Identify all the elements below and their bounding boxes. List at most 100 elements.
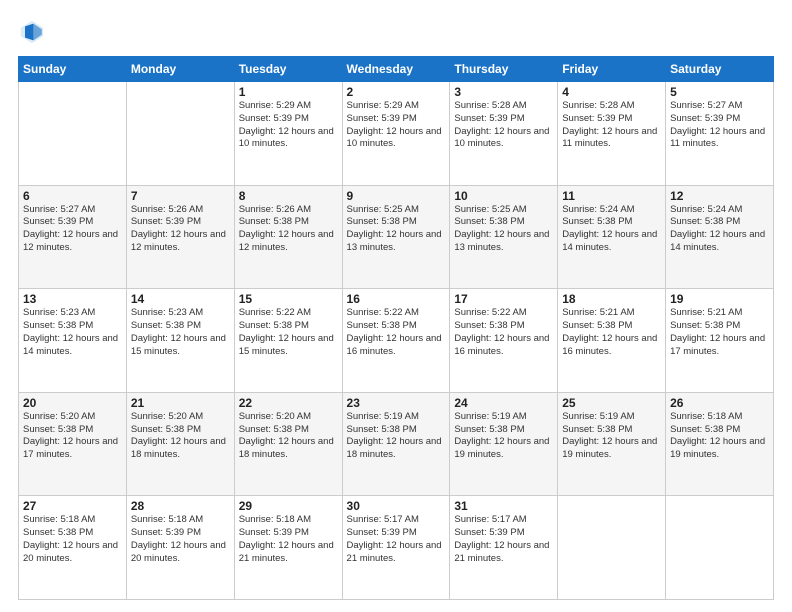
calendar-cell-r1-c1: 7Sunrise: 5:26 AM Sunset: 5:39 PM Daylig…	[126, 185, 234, 289]
day-number: 1	[239, 85, 338, 99]
day-number: 17	[454, 292, 553, 306]
day-info: Sunrise: 5:19 AM Sunset: 5:38 PM Dayligh…	[454, 411, 553, 462]
weekday-header-row: SundayMondayTuesdayWednesdayThursdayFrid…	[19, 57, 774, 82]
day-number: 13	[23, 292, 122, 306]
day-number: 10	[454, 189, 553, 203]
calendar-cell-r4-c5	[558, 496, 666, 600]
calendar-cell-r3-c6: 26Sunrise: 5:18 AM Sunset: 5:38 PM Dayli…	[666, 392, 774, 496]
day-number: 19	[670, 292, 769, 306]
day-info: Sunrise: 5:21 AM Sunset: 5:38 PM Dayligh…	[670, 307, 769, 358]
day-number: 24	[454, 396, 553, 410]
day-info: Sunrise: 5:20 AM Sunset: 5:38 PM Dayligh…	[131, 411, 230, 462]
day-info: Sunrise: 5:22 AM Sunset: 5:38 PM Dayligh…	[239, 307, 338, 358]
day-number: 18	[562, 292, 661, 306]
calendar-cell-r2-c0: 13Sunrise: 5:23 AM Sunset: 5:38 PM Dayli…	[19, 289, 127, 393]
calendar-cell-r0-c5: 4Sunrise: 5:28 AM Sunset: 5:39 PM Daylig…	[558, 82, 666, 186]
day-info: Sunrise: 5:27 AM Sunset: 5:39 PM Dayligh…	[670, 100, 769, 151]
day-info: Sunrise: 5:25 AM Sunset: 5:38 PM Dayligh…	[454, 204, 553, 255]
calendar-cell-r4-c4: 31Sunrise: 5:17 AM Sunset: 5:39 PM Dayli…	[450, 496, 558, 600]
day-info: Sunrise: 5:28 AM Sunset: 5:39 PM Dayligh…	[454, 100, 553, 151]
day-info: Sunrise: 5:23 AM Sunset: 5:38 PM Dayligh…	[131, 307, 230, 358]
calendar-cell-r1-c3: 9Sunrise: 5:25 AM Sunset: 5:38 PM Daylig…	[342, 185, 450, 289]
calendar-row-0: 1 Sunrise: 5:29 AM Sunset: 5:39 PM Daylig…	[19, 82, 774, 186]
calendar-row-2: 13Sunrise: 5:23 AM Sunset: 5:38 PM Dayli…	[19, 289, 774, 393]
calendar-cell-r4-c2: 29Sunrise: 5:18 AM Sunset: 5:39 PM Dayli…	[234, 496, 342, 600]
day-number: 29	[239, 499, 338, 513]
day-info: Sunrise: 5:17 AM Sunset: 5:39 PM Dayligh…	[454, 514, 553, 565]
calendar-cell-r0-c2: 1Sunrise: 5:29 AM Sunset: 5:39 PM Daylig…	[234, 82, 342, 186]
calendar-cell-r1-c5: 11Sunrise: 5:24 AM Sunset: 5:38 PM Dayli…	[558, 185, 666, 289]
calendar-cell-r3-c4: 24Sunrise: 5:19 AM Sunset: 5:38 PM Dayli…	[450, 392, 558, 496]
day-number: 9	[347, 189, 446, 203]
calendar-cell-r0-c3: 2Sunrise: 5:29 AM Sunset: 5:39 PM Daylig…	[342, 82, 450, 186]
day-number: 14	[131, 292, 230, 306]
calendar-cell-r3-c0: 20Sunrise: 5:20 AM Sunset: 5:38 PM Dayli…	[19, 392, 127, 496]
calendar-cell-r0-c0	[19, 82, 127, 186]
day-number: 20	[23, 396, 122, 410]
day-number: 12	[670, 189, 769, 203]
day-info: Sunrise: 5:24 AM Sunset: 5:38 PM Dayligh…	[670, 204, 769, 255]
day-number: 2	[347, 85, 446, 99]
page: SundayMondayTuesdayWednesdayThursdayFrid…	[0, 0, 792, 612]
day-info: Sunrise: 5:27 AM Sunset: 5:39 PM Dayligh…	[23, 204, 122, 255]
day-info: Sunrise: 5:18 AM Sunset: 5:39 PM Dayligh…	[239, 514, 338, 565]
calendar-cell-r1-c4: 10Sunrise: 5:25 AM Sunset: 5:38 PM Dayli…	[450, 185, 558, 289]
calendar-table: SundayMondayTuesdayWednesdayThursdayFrid…	[18, 56, 774, 600]
calendar-cell-r1-c6: 12Sunrise: 5:24 AM Sunset: 5:38 PM Dayli…	[666, 185, 774, 289]
day-info: Sunrise: 5:25 AM Sunset: 5:38 PM Dayligh…	[347, 204, 446, 255]
day-number: 6	[23, 189, 122, 203]
day-info: Sunrise: 5:20 AM Sunset: 5:38 PM Dayligh…	[239, 411, 338, 462]
day-number: 26	[670, 396, 769, 410]
day-info: Sunrise: 5:18 AM Sunset: 5:39 PM Dayligh…	[131, 514, 230, 565]
calendar-cell-r3-c2: 22Sunrise: 5:20 AM Sunset: 5:38 PM Dayli…	[234, 392, 342, 496]
day-info: Sunrise: 5:28 AM Sunset: 5:39 PM Dayligh…	[562, 100, 661, 151]
calendar-cell-r4-c6	[666, 496, 774, 600]
day-info: Sunrise: 5:19 AM Sunset: 5:38 PM Dayligh…	[562, 411, 661, 462]
day-info: Sunrise: 5:17 AM Sunset: 5:39 PM Dayligh…	[347, 514, 446, 565]
day-info: Sunrise: 5:24 AM Sunset: 5:38 PM Dayligh…	[562, 204, 661, 255]
day-info: Sunrise: 5:18 AM Sunset: 5:38 PM Dayligh…	[23, 514, 122, 565]
day-number: 28	[131, 499, 230, 513]
day-number: 3	[454, 85, 553, 99]
weekday-header-thursday: Thursday	[450, 57, 558, 82]
day-number: 31	[454, 499, 553, 513]
calendar-cell-r3-c3: 23Sunrise: 5:19 AM Sunset: 5:38 PM Dayli…	[342, 392, 450, 496]
day-info: Sunrise: 5:21 AM Sunset: 5:38 PM Dayligh…	[562, 307, 661, 358]
day-number: 30	[347, 499, 446, 513]
calendar-cell-r3-c1: 21Sunrise: 5:20 AM Sunset: 5:38 PM Dayli…	[126, 392, 234, 496]
day-number: 15	[239, 292, 338, 306]
calendar-cell-r2-c6: 19Sunrise: 5:21 AM Sunset: 5:38 PM Dayli…	[666, 289, 774, 393]
day-info: Sunrise: 5:22 AM Sunset: 5:38 PM Dayligh…	[454, 307, 553, 358]
calendar-row-3: 20Sunrise: 5:20 AM Sunset: 5:38 PM Dayli…	[19, 392, 774, 496]
calendar-cell-r4-c0: 27Sunrise: 5:18 AM Sunset: 5:38 PM Dayli…	[19, 496, 127, 600]
calendar-cell-r3-c5: 25Sunrise: 5:19 AM Sunset: 5:38 PM Dayli…	[558, 392, 666, 496]
calendar-cell-r1-c0: 6Sunrise: 5:27 AM Sunset: 5:39 PM Daylig…	[19, 185, 127, 289]
weekday-header-sunday: Sunday	[19, 57, 127, 82]
calendar-cell-r0-c6: 5Sunrise: 5:27 AM Sunset: 5:39 PM Daylig…	[666, 82, 774, 186]
day-number: 27	[23, 499, 122, 513]
day-number: 5	[670, 85, 769, 99]
day-info: Sunrise: 5:19 AM Sunset: 5:38 PM Dayligh…	[347, 411, 446, 462]
weekday-header-friday: Friday	[558, 57, 666, 82]
calendar-cell-r2-c4: 17Sunrise: 5:22 AM Sunset: 5:38 PM Dayli…	[450, 289, 558, 393]
calendar-cell-r2-c3: 16Sunrise: 5:22 AM Sunset: 5:38 PM Dayli…	[342, 289, 450, 393]
day-info: Sunrise: 5:26 AM Sunset: 5:38 PM Dayligh…	[239, 204, 338, 255]
day-number: 21	[131, 396, 230, 410]
day-number: 4	[562, 85, 661, 99]
weekday-header-saturday: Saturday	[666, 57, 774, 82]
calendar-cell-r0-c1	[126, 82, 234, 186]
day-info: Sunrise: 5:20 AM Sunset: 5:38 PM Dayligh…	[23, 411, 122, 462]
day-info: Sunrise: 5:23 AM Sunset: 5:38 PM Dayligh…	[23, 307, 122, 358]
calendar-cell-r0-c4: 3Sunrise: 5:28 AM Sunset: 5:39 PM Daylig…	[450, 82, 558, 186]
weekday-header-monday: Monday	[126, 57, 234, 82]
logo	[18, 18, 50, 46]
day-info: Sunrise: 5:26 AM Sunset: 5:39 PM Dayligh…	[131, 204, 230, 255]
weekday-header-tuesday: Tuesday	[234, 57, 342, 82]
calendar-row-1: 6Sunrise: 5:27 AM Sunset: 5:39 PM Daylig…	[19, 185, 774, 289]
day-info: Sunrise: 5:22 AM Sunset: 5:38 PM Dayligh…	[347, 307, 446, 358]
day-number: 8	[239, 189, 338, 203]
weekday-header-wednesday: Wednesday	[342, 57, 450, 82]
header	[18, 18, 774, 46]
calendar-row-4: 27Sunrise: 5:18 AM Sunset: 5:38 PM Dayli…	[19, 496, 774, 600]
day-info: Sunrise: 5:29 AM Sunset: 5:39 PM Dayligh…	[347, 100, 446, 151]
